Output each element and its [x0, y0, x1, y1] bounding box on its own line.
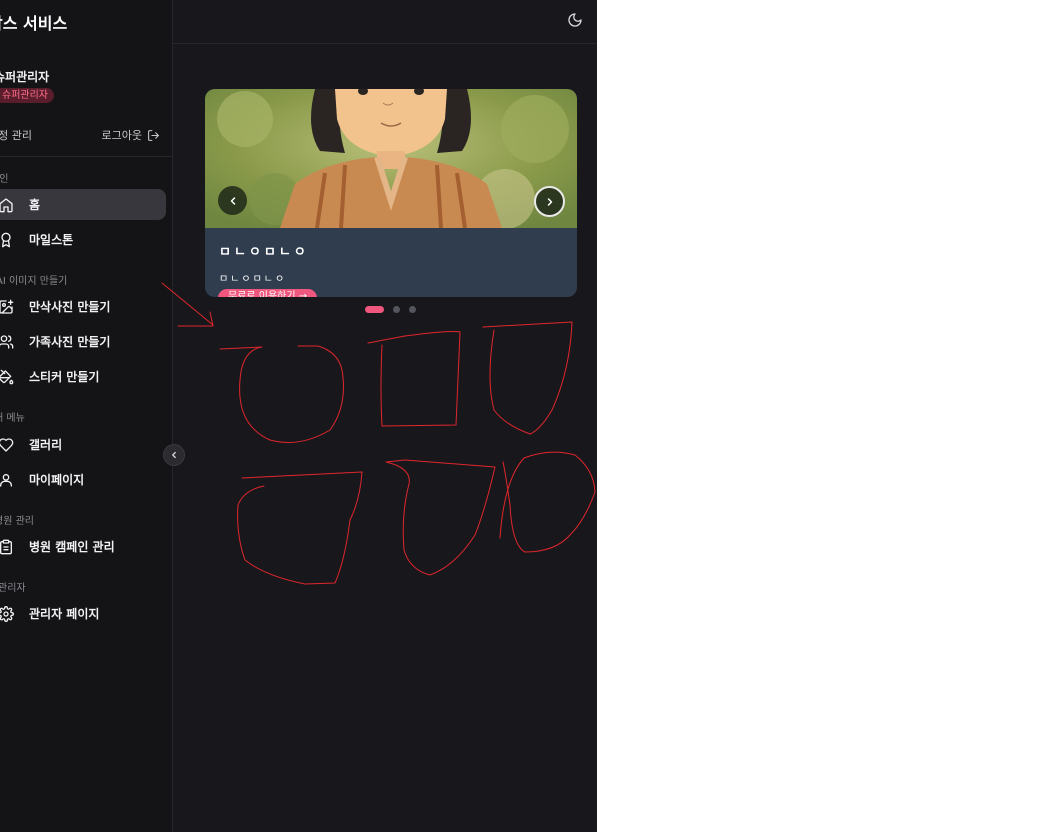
main-content: ㅁㄴㅇㅁㄴㅇ ㅁㄴㅇㅁㄴㅇ 무료로 이용하기 → [173, 0, 597, 832]
account-manage-link[interactable]: 계정 관리 [0, 127, 32, 143]
sidebar-item-label: 마일스톤 [29, 233, 74, 247]
clipboard-icon [0, 539, 12, 554]
sidebar-item-hospital-campaign[interactable]: 병원 캠페인 관리 [0, 531, 166, 562]
sidebar-item-family-photo[interactable]: 가족사진 만들기 [0, 326, 166, 357]
slide-caption: ㅁㄴㅇㅁㄴㅇ ㅁㄴㅇㅁㄴㅇ 무료로 이용하기 → [205, 228, 577, 297]
sidebar-item-label: 병원 캠페인 관리 [29, 540, 115, 554]
section-label-my-menu: 내 메뉴 [0, 413, 25, 424]
sidebar-item-label: 관리자 페이지 [29, 607, 100, 621]
home-icon [0, 197, 13, 212]
carousel-dot-3[interactable] [409, 306, 416, 313]
carousel-dot-1[interactable] [365, 306, 384, 313]
award-icon [1, 232, 11, 247]
users-icon [0, 334, 14, 349]
hero-carousel: ㅁㄴㅇㅁㄴㅇ ㅁㄴㅇㅁㄴㅇ 무료로 이용하기 → [205, 89, 577, 297]
slide-title: ㅁㄴㅇㅁㄴㅇ [219, 245, 309, 260]
sidebar-item-label: 갤러리 [29, 438, 63, 452]
sidebar-item-milestone[interactable]: 마일스톤 [0, 224, 166, 255]
section-label-ai-image: AI 이미지 만들기 [0, 276, 68, 287]
user-name: 슈퍼관리자 [0, 70, 50, 84]
chevron-right-icon [547, 197, 552, 206]
carousel-dot-2[interactable] [393, 306, 400, 313]
user-icon [0, 473, 12, 487]
section-label-hospital: 병원 관리 [0, 516, 34, 527]
account-row: 계정 관리 로그아웃 [0, 127, 160, 143]
sidebar-item-mypage[interactable]: 마이페이지 [0, 464, 166, 495]
sidebar-item-admin-page[interactable]: 관리자 페이지 [0, 598, 166, 629]
moon-icon[interactable] [567, 12, 583, 28]
chevron-left-icon [230, 196, 235, 205]
free-trial-button[interactable]: 무료로 이용하기 → [218, 289, 318, 297]
slide-image [205, 89, 577, 228]
slide-subtitle: ㅁㄴㅇㅁㄴㅇ [219, 274, 287, 285]
section-label-main: 메인 [0, 174, 9, 185]
sidebar-item-sticker[interactable]: 스티커 만들기 [0, 361, 166, 392]
chevron-left-icon [172, 451, 176, 459]
sidebar-item-label: 가족사진 만들기 [29, 335, 111, 349]
sidebar-item-maternity-photo[interactable]: 만삭사진 만들기 [0, 291, 166, 322]
app-title: 맘스 서비스 [0, 14, 68, 33]
sidebar: 맘스 서비스 슈퍼관리자 슈퍼관리자 계정 관리 로그아웃 메인 홈 마일스톤 … [0, 0, 173, 832]
image-plus-icon [0, 299, 14, 314]
role-badge: 슈퍼관리자 [0, 88, 54, 103]
section-label-admin: 관리자 [0, 583, 26, 594]
sidebar-item-gallery[interactable]: 갤러리 [0, 429, 166, 460]
sidebar-item-label: 스티커 만들기 [29, 370, 100, 384]
logout-button[interactable]: 로그아웃 [102, 127, 160, 143]
sidebar-collapse-button[interactable] [163, 444, 185, 466]
heart-icon [0, 437, 14, 452]
sidebar-divider [0, 156, 172, 157]
carousel-prev-button[interactable] [218, 186, 247, 215]
top-bar [173, 0, 597, 44]
sticker-icon [0, 369, 14, 384]
sidebar-item-label: 마이페이지 [29, 473, 85, 487]
sidebar-item-home[interactable]: 홈 [0, 189, 166, 220]
logout-label: 로그아웃 [101, 129, 142, 142]
gear-icon [0, 605, 14, 622]
logout-icon [148, 129, 159, 141]
sidebar-item-label: 홈 [29, 198, 41, 212]
carousel-next-button[interactable] [534, 186, 565, 217]
sidebar-item-label: 만삭사진 만들기 [29, 300, 111, 314]
